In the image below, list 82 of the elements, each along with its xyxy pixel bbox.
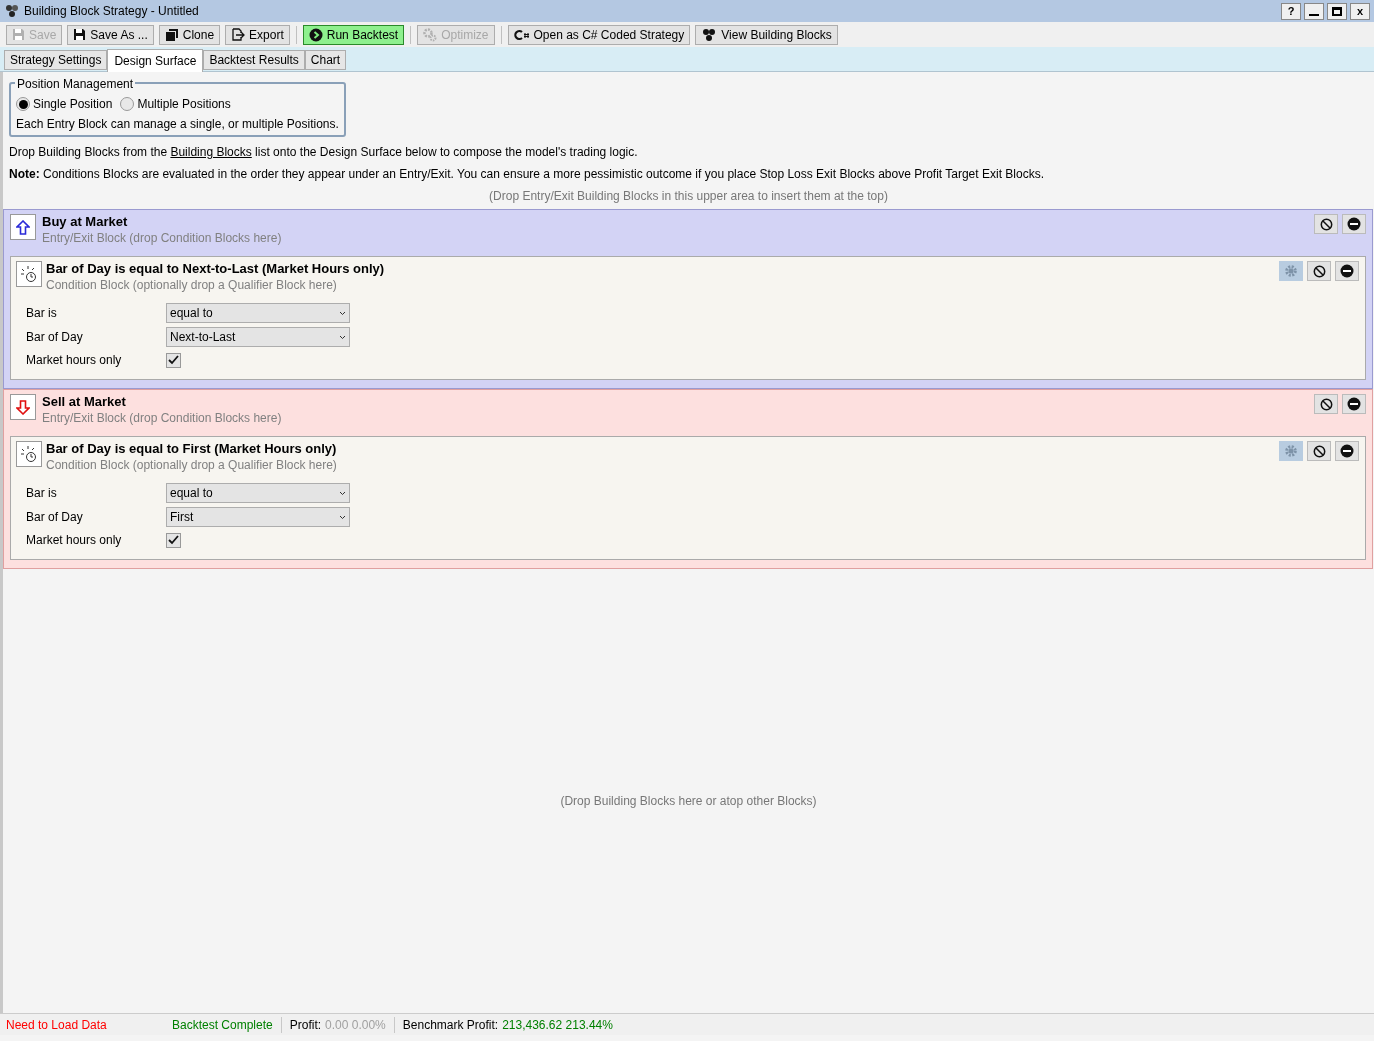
remove-button[interactable] bbox=[1342, 214, 1366, 234]
tab[interactable]: Chart bbox=[304, 50, 347, 70]
help-button[interactable]: ? bbox=[1281, 2, 1301, 20]
condition-title: Bar of Day is equal to Next-to-Last (Market Hours only) bbox=[46, 261, 385, 277]
parameter-label: Market hours only bbox=[26, 352, 123, 369]
disable-button[interactable] bbox=[1314, 214, 1338, 234]
parameter-label: Bar is bbox=[26, 485, 58, 502]
window-title: Building Block Strategy - Untitled bbox=[24, 3, 199, 20]
dropdown[interactable]: Next-to-Last bbox=[166, 327, 350, 347]
disable-button[interactable] bbox=[1314, 394, 1338, 414]
maximize-button[interactable] bbox=[1327, 2, 1347, 20]
checkbox[interactable] bbox=[166, 532, 181, 548]
toolbar-button[interactable]: Open as C# Coded Strategy bbox=[507, 24, 691, 45]
blocks-icon bbox=[701, 27, 718, 42]
toolbar-button[interactable]: Clone bbox=[158, 24, 221, 45]
copy-icon bbox=[164, 27, 179, 42]
tab[interactable]: Strategy Settings bbox=[4, 50, 108, 70]
minimize-button[interactable] bbox=[1304, 2, 1324, 20]
dropdown[interactable]: equal to bbox=[166, 483, 350, 503]
drop-hint: (Drop Building Blocks here or atop other Blocks) bbox=[560, 793, 817, 810]
status-label: Benchmark Profit: bbox=[402, 1016, 499, 1034]
toolbar-button[interactable]: Run Backtest bbox=[302, 24, 405, 45]
block-subtitle: Entry/Exit Block (drop Condition Blocks here) bbox=[42, 410, 282, 426]
dropdown[interactable]: equal to bbox=[166, 303, 350, 323]
condition-subtitle: Condition Block (optionally drop a Qualifier Block here) bbox=[46, 277, 338, 293]
prohibited-icon bbox=[1319, 397, 1333, 411]
chevron-icon bbox=[339, 490, 346, 496]
play-icon bbox=[308, 27, 323, 42]
status-text: Need to Load Data bbox=[6, 1016, 108, 1034]
block-subtitle: Entry/Exit Block (drop Condition Blocks here) bbox=[42, 230, 282, 246]
toolbar-button[interactable]: Save As ... bbox=[67, 24, 154, 45]
radio-option[interactable]: Single Position bbox=[16, 95, 113, 113]
block-title: Buy at Market bbox=[42, 214, 129, 230]
chevron-icon bbox=[339, 310, 346, 316]
drop-hint: (Drop Entry/Exit Building Blocks in this upper area to insert them at the top) bbox=[489, 189, 888, 203]
minus-circle-icon bbox=[1340, 444, 1354, 458]
condition-subtitle: Condition Block (optionally drop a Qualifier Block here) bbox=[46, 457, 337, 473]
minus-circle-icon bbox=[1347, 217, 1361, 231]
tab[interactable]: Backtest Results bbox=[203, 50, 305, 70]
prohibited-icon bbox=[1312, 444, 1326, 458]
building-blocks-link[interactable]: Building Blocks bbox=[170, 145, 252, 159]
blocks-icon bbox=[4, 4, 20, 18]
export-icon bbox=[231, 28, 246, 41]
checkbox[interactable] bbox=[166, 352, 181, 368]
condition-title: Bar of Day is equal to First (Market Hours only) bbox=[46, 441, 337, 457]
radio-button[interactable] bbox=[16, 97, 30, 111]
parameter-label: Bar of Day bbox=[26, 329, 84, 346]
status-value: 213,436.62 213.44% bbox=[502, 1016, 613, 1034]
settings-icon bbox=[1284, 264, 1298, 278]
dropdown[interactable]: First bbox=[166, 507, 350, 527]
remove-button[interactable] bbox=[1335, 261, 1359, 281]
parameter-label: Market hours only bbox=[26, 532, 123, 549]
csharp-icon bbox=[513, 28, 530, 41]
status-text: Backtest Complete bbox=[172, 1016, 274, 1034]
note-text: Note: Conditions Blocks are evaluated in the order they appear under an Entry/Exit. You can ensure a more pessimistic outcome if you place Stop Loss Exit Blocks above Profit Target Exit Blocks. bbox=[9, 166, 1045, 183]
toolbar-button[interactable]: View Building Blocks bbox=[695, 24, 838, 45]
prohibited-icon bbox=[1319, 217, 1333, 231]
chevron-icon bbox=[339, 514, 346, 520]
instruction-text: Drop Building Blocks from the Building Blocks list onto the Design Surface below to compose the model's trading logic. bbox=[9, 144, 639, 161]
toolbar-button[interactable]: Export bbox=[225, 24, 290, 45]
chevron-icon bbox=[339, 334, 346, 340]
status-value: 0.00 0.00% bbox=[325, 1016, 386, 1034]
clock-icon bbox=[16, 261, 42, 287]
hint-text: Each Entry Block can manage a single, or multiple Positions. bbox=[16, 116, 339, 133]
parameter-label: Bar is bbox=[26, 305, 58, 322]
settings-icon bbox=[1284, 444, 1298, 458]
gears-icon bbox=[423, 27, 438, 42]
disable-button[interactable] bbox=[1307, 441, 1331, 461]
tab[interactable]: Design Surface bbox=[107, 49, 204, 72]
block-title: Sell at Market bbox=[42, 394, 127, 410]
parameter-label: Bar of Day bbox=[26, 509, 84, 526]
remove-button[interactable] bbox=[1335, 441, 1359, 461]
minus-circle-icon bbox=[1340, 264, 1354, 278]
close-button[interactable]: x bbox=[1350, 2, 1370, 20]
prohibited-icon bbox=[1312, 264, 1326, 278]
clock-icon bbox=[16, 441, 42, 467]
radio-option[interactable]: Multiple Positions bbox=[120, 95, 231, 113]
status-label: Profit: bbox=[289, 1016, 322, 1034]
remove-button[interactable] bbox=[1342, 394, 1366, 414]
radio-button[interactable] bbox=[120, 97, 135, 111]
disable-button[interactable] bbox=[1307, 261, 1331, 281]
minus-circle-icon bbox=[1347, 397, 1361, 411]
